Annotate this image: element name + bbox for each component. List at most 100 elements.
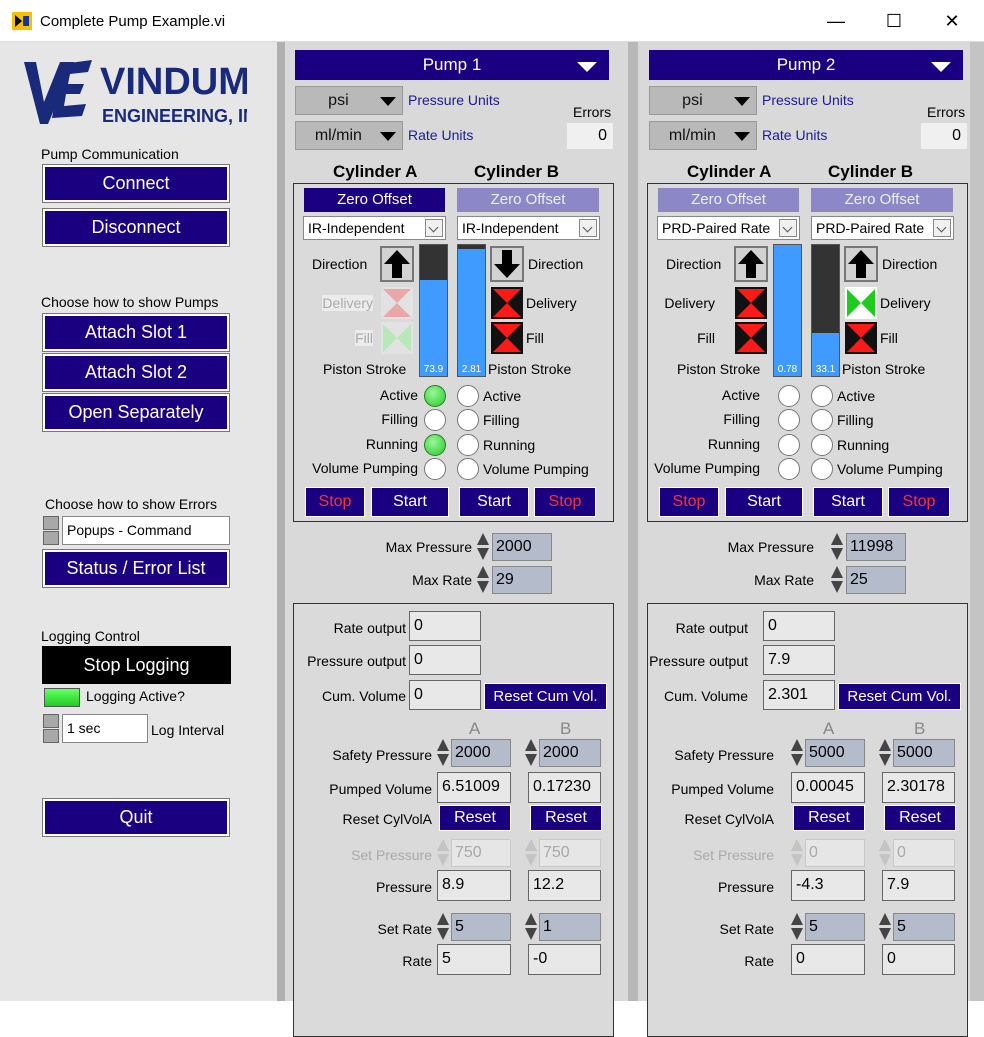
- pump1-set-rate-b-input[interactable]: 1: [539, 913, 601, 941]
- pump1-safety-pressure-b-input[interactable]: 2000: [539, 739, 601, 767]
- pump2-selector[interactable]: Pump 2: [649, 50, 963, 80]
- pump1-safety-pressure-b-spinner[interactable]: [525, 739, 538, 767]
- attach-slot-2-button[interactable]: Attach Slot 2: [42, 353, 230, 392]
- pump2-mode-a-select[interactable]: PRD-Paired Rate: [657, 216, 800, 240]
- pane-splitter-2[interactable]: [628, 42, 638, 1001]
- pump1-rate-units-ring[interactable]: ml/min: [295, 121, 403, 150]
- quit-button[interactable]: Quit: [42, 798, 230, 837]
- increment-arrow-icon[interactable]: [831, 533, 843, 545]
- pump1-max-pressure-spinner[interactable]: [477, 533, 490, 561]
- pump1-stop-b-button[interactable]: Stop: [534, 487, 596, 517]
- pump1-max-rate-spinner[interactable]: [477, 566, 490, 594]
- error-mode-ring[interactable]: Popups - Command: [62, 516, 230, 545]
- increment-arrow-icon[interactable]: [477, 566, 489, 578]
- pump1-reset-cum-vol-button[interactable]: Reset Cum Vol.: [484, 683, 607, 710]
- pump1-direction-b-button[interactable]: [490, 246, 524, 282]
- pump2-reset-cylvol-b-button[interactable]: Reset: [884, 805, 956, 831]
- decrement-arrow-icon[interactable]: [525, 928, 537, 940]
- attach-slot-1-button[interactable]: Attach Slot 1: [42, 313, 230, 352]
- pump1-reset-cylvol-a-button[interactable]: Reset: [439, 805, 511, 831]
- pump1-set-rate-a-input[interactable]: 5: [451, 913, 511, 941]
- pump1-selector[interactable]: Pump 1: [295, 50, 609, 80]
- pump1-max-rate-input[interactable]: 29: [492, 566, 552, 594]
- pump2-safety-pressure-a-spinner[interactable]: [791, 739, 804, 767]
- pump2-start-b-button[interactable]: Start: [813, 487, 883, 517]
- pump2-zero-offset-b-button[interactable]: Zero Offset: [811, 188, 953, 212]
- increment-arrow-icon[interactable]: [831, 566, 843, 578]
- decrement-arrow-icon[interactable]: [525, 754, 537, 766]
- maximize-button[interactable]: ☐: [874, 8, 914, 34]
- minimize-button[interactable]: —: [816, 8, 856, 34]
- pump2-max-rate-spinner[interactable]: [831, 566, 844, 594]
- decrement-arrow-icon[interactable]: [791, 928, 803, 940]
- decrement-arrow-icon[interactable]: [791, 754, 803, 766]
- increment-arrow-icon[interactable]: [525, 739, 537, 751]
- pump2-zero-offset-a-button[interactable]: Zero Offset: [658, 188, 799, 212]
- pump2-direction-a-button[interactable]: [734, 246, 768, 282]
- open-separately-button[interactable]: Open Separately: [42, 393, 230, 432]
- pump1-safety-pressure-a-input[interactable]: 2000: [451, 739, 511, 767]
- pump2-set-rate-a-input[interactable]: 5: [805, 913, 865, 941]
- pump2-set-rate-b-input[interactable]: 5: [893, 913, 955, 941]
- increment-arrow-icon[interactable]: [791, 913, 803, 925]
- pump2-safety-pressure-b-input[interactable]: 5000: [893, 739, 955, 767]
- pump2-max-pressure-spinner[interactable]: [831, 533, 844, 561]
- log-interval-input[interactable]: 1 sec: [62, 714, 148, 743]
- pump2-stop-b-button[interactable]: Stop: [888, 487, 950, 517]
- pane-splitter[interactable]: [277, 42, 285, 1001]
- pump2-rate-units-ring[interactable]: ml/min: [649, 121, 757, 150]
- pump2-direction-b-button[interactable]: [844, 246, 878, 282]
- pump1-start-b-button[interactable]: Start: [459, 487, 529, 517]
- increment-arrow-icon[interactable]: [879, 913, 891, 925]
- pump1-reset-cylvol-b-button[interactable]: Reset: [530, 805, 602, 831]
- pump1-safety-pressure-a-spinner[interactable]: [437, 739, 450, 767]
- pump1-max-pressure-input[interactable]: 2000: [492, 533, 552, 561]
- decrement-arrow-icon[interactable]: [437, 754, 449, 766]
- decrement-arrow-icon[interactable]: [437, 928, 449, 940]
- pump1-set-rate-a-spinner[interactable]: [437, 913, 450, 941]
- stop-logging-button[interactable]: Stop Logging: [42, 646, 231, 684]
- pump1-direction-a-button[interactable]: [380, 246, 414, 282]
- log-interval-decrement[interactable]: [43, 729, 59, 743]
- pump1-stop-a-button[interactable]: Stop: [305, 487, 365, 517]
- pump2-reset-cum-vol-button[interactable]: Reset Cum Vol.: [838, 683, 961, 710]
- decrement-arrow-icon[interactable]: [477, 548, 489, 560]
- pump2-start-a-button[interactable]: Start: [725, 487, 803, 517]
- increment-arrow-icon[interactable]: [525, 913, 537, 925]
- pump1-zero-offset-a-button[interactable]: Zero Offset: [304, 188, 445, 212]
- error-mode-increment[interactable]: [43, 516, 59, 530]
- pump2-set-rate-a-spinner[interactable]: [791, 913, 804, 941]
- log-interval-increment[interactable]: [43, 714, 59, 728]
- decrement-arrow-icon[interactable]: [831, 581, 843, 593]
- decrement-arrow-icon[interactable]: [879, 928, 891, 940]
- increment-arrow-icon[interactable]: [437, 913, 449, 925]
- increment-arrow-icon[interactable]: [791, 739, 803, 751]
- increment-arrow-icon[interactable]: [879, 739, 891, 751]
- status-error-list-button[interactable]: Status / Error List: [42, 549, 230, 588]
- pump2-max-pressure-input[interactable]: 11998: [846, 533, 906, 561]
- pump2-reset-cylvol-a-button[interactable]: Reset: [793, 805, 865, 831]
- pump1-set-rate-b-spinner[interactable]: [525, 913, 538, 941]
- connect-button[interactable]: Connect: [42, 164, 230, 203]
- increment-arrow-icon[interactable]: [437, 739, 449, 751]
- pump1-pressure-units-ring[interactable]: psi: [295, 86, 403, 115]
- pump2-safety-pressure-a-input[interactable]: 5000: [805, 739, 865, 767]
- pane-splitter-right[interactable]: [970, 42, 984, 1001]
- error-mode-decrement[interactable]: [43, 531, 59, 545]
- pump1-zero-offset-b-button[interactable]: Zero Offset: [457, 188, 599, 212]
- disconnect-button[interactable]: Disconnect: [42, 208, 230, 247]
- pump1-start-a-button[interactable]: Start: [371, 487, 449, 517]
- pump1-mode-a-select[interactable]: IR-Independent: [303, 216, 446, 240]
- pump2-max-rate-input[interactable]: 25: [846, 566, 906, 594]
- decrement-arrow-icon[interactable]: [831, 548, 843, 560]
- increment-arrow-icon[interactable]: [477, 533, 489, 545]
- pump2-stop-a-button[interactable]: Stop: [659, 487, 719, 517]
- pump2-set-rate-b-spinner[interactable]: [879, 913, 892, 941]
- decrement-arrow-icon[interactable]: [879, 754, 891, 766]
- decrement-arrow-icon[interactable]: [477, 581, 489, 593]
- pump2-mode-b-select[interactable]: PRD-Paired Rate: [811, 216, 954, 240]
- pump2-safety-pressure-b-spinner[interactable]: [879, 739, 892, 767]
- close-button[interactable]: ✕: [932, 8, 972, 34]
- pump2-pressure-units-ring[interactable]: psi: [649, 86, 757, 115]
- pump1-mode-b-select[interactable]: IR-Independent: [457, 216, 600, 240]
